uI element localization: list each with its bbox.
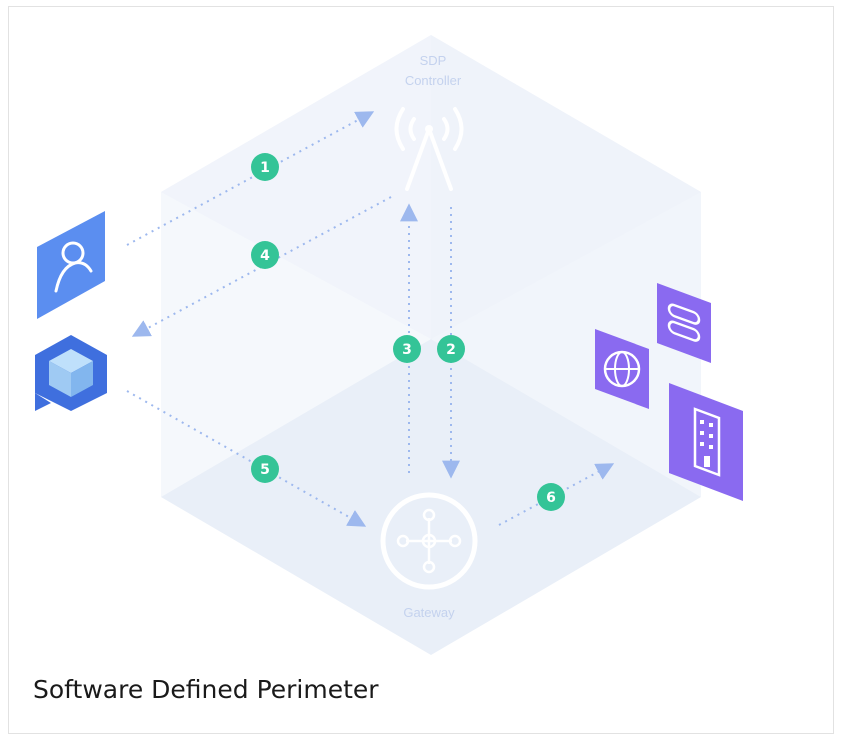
svg-text:3: 3 <box>402 342 412 358</box>
svg-text:6: 6 <box>546 490 556 506</box>
user-icon <box>37 211 105 319</box>
sdp-diagram: SDP Controller 1 4 3 2 5 6 Gateway <box>35 35 743 655</box>
gateway-label: Gateway <box>403 605 455 620</box>
diagram-caption: Software Defined Perimeter <box>33 675 379 704</box>
step-badge-3: 3 <box>393 335 421 363</box>
step-badge-1: 1 <box>251 153 279 181</box>
hub-icon <box>380 492 478 590</box>
svg-text:5: 5 <box>260 462 270 478</box>
controller-label-sdp: SDP <box>420 53 447 68</box>
step-badge-4: 4 <box>251 241 279 269</box>
svg-text:1: 1 <box>260 160 270 176</box>
step-badge-5: 5 <box>251 455 279 483</box>
step-badge-2: 2 <box>437 335 465 363</box>
step-badge-6: 6 <box>537 483 565 511</box>
svg-text:4: 4 <box>260 248 270 264</box>
controller-label-controller: Controller <box>405 73 462 88</box>
svg-text:2: 2 <box>446 342 456 358</box>
cube-icon <box>35 335 107 411</box>
diagram-card: SDP Controller 1 4 3 2 5 6 Gateway Softw… <box>8 6 834 734</box>
